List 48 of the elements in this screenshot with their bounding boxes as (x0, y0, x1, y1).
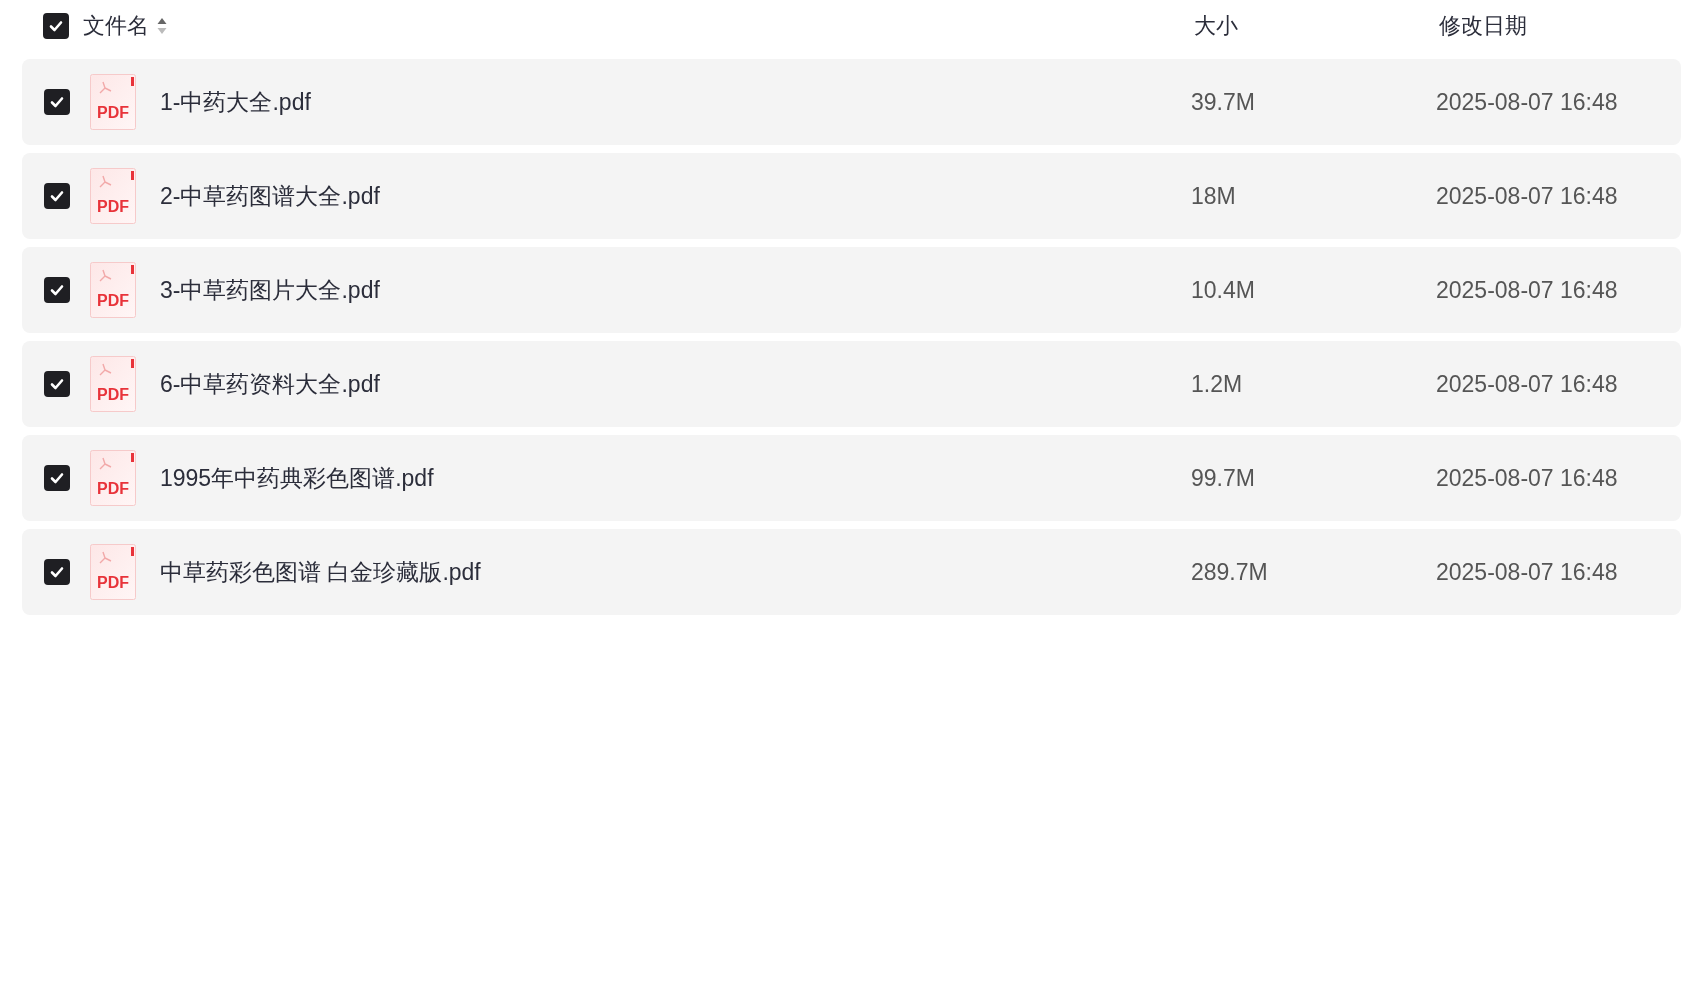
column-header[interactable]: 大小 (1191, 12, 1238, 38)
pdf-file-icon: PDF (90, 450, 136, 506)
file-name[interactable]: 3-中草药图片大全.pdf (160, 274, 1191, 306)
checkmark-icon (50, 190, 64, 202)
modified-date: 2025-08-07 16:48 (1436, 370, 1619, 398)
checkbox[interactable] (44, 89, 70, 115)
pdf-file-icon: PDF (90, 262, 136, 318)
file-size: 18M (1191, 182, 1237, 210)
file-row[interactable]: PDF 中草药彩色图谱 白金珍藏版.pdf 289.7M 2025-08-07 16:48 (22, 529, 1681, 615)
column-header[interactable]: 修改日期 (1436, 12, 1527, 38)
pdf-file-icon: PDF (90, 74, 136, 130)
modified-date: 2025-08-07 16:48 (1436, 88, 1619, 116)
file-name[interactable]: 中草药彩色图谱 白金珍藏版.pdf (160, 556, 1191, 588)
file-size: 289.7M (1191, 558, 1269, 586)
checkbox[interactable] (44, 465, 70, 491)
file-row[interactable]: PDF 1995年中药典彩色图谱.pdf 99.7M 2025-08-07 16:48 (22, 435, 1681, 521)
file-row[interactable]: PDF 1-中药大全.pdf 39.7M 2025-08-07 16:48 (22, 59, 1681, 145)
modified-date: 2025-08-07 16:48 (1436, 182, 1619, 210)
file-row[interactable]: PDF 6-中草药资料大全.pdf 1.2M 2025-08-07 16:48 (22, 341, 1681, 427)
file-size: 39.7M (1191, 88, 1256, 116)
checkbox[interactable] (44, 559, 70, 585)
checkmark-icon (50, 284, 64, 296)
file-name[interactable]: 1995年中药典彩色图谱.pdf (160, 462, 1191, 494)
checkbox[interactable] (44, 371, 70, 397)
file-size: 10.4M (1191, 276, 1256, 304)
checkbox[interactable] (44, 183, 70, 209)
modified-date: 2025-08-07 16:48 (1436, 464, 1619, 492)
file-name[interactable]: 2-中草药图谱大全.pdf (160, 180, 1191, 212)
checkmark-icon (50, 378, 64, 390)
checkmark-icon (50, 472, 64, 484)
file-row[interactable]: PDF 2-中草药图谱大全.pdf 18M 2025-08-07 16:48 (22, 153, 1681, 239)
file-name[interactable]: 6-中草药资料大全.pdf (160, 368, 1191, 400)
checkmark-icon (49, 19, 63, 32)
checkbox[interactable] (43, 12, 69, 39)
modified-date: 2025-08-07 16:48 (1436, 276, 1619, 304)
file-size: 99.7M (1191, 464, 1256, 492)
pdf-file-icon: PDF (90, 544, 136, 600)
column-header[interactable]: 文件名 (83, 10, 149, 41)
checkmark-icon (50, 96, 64, 108)
sort-icon[interactable] (157, 16, 167, 35)
modified-date: 2025-08-07 16:48 (1436, 558, 1619, 586)
file-size: 1.2M (1191, 370, 1244, 398)
file-row[interactable]: PDF 3-中草药图片大全.pdf 10.4M 2025-08-07 16:48 (22, 247, 1681, 333)
checkbox[interactable] (44, 277, 70, 303)
checkmark-icon (50, 566, 64, 578)
file-name[interactable]: 1-中药大全.pdf (160, 86, 1191, 118)
pdf-file-icon: PDF (90, 168, 136, 224)
pdf-file-icon: PDF (90, 356, 136, 412)
